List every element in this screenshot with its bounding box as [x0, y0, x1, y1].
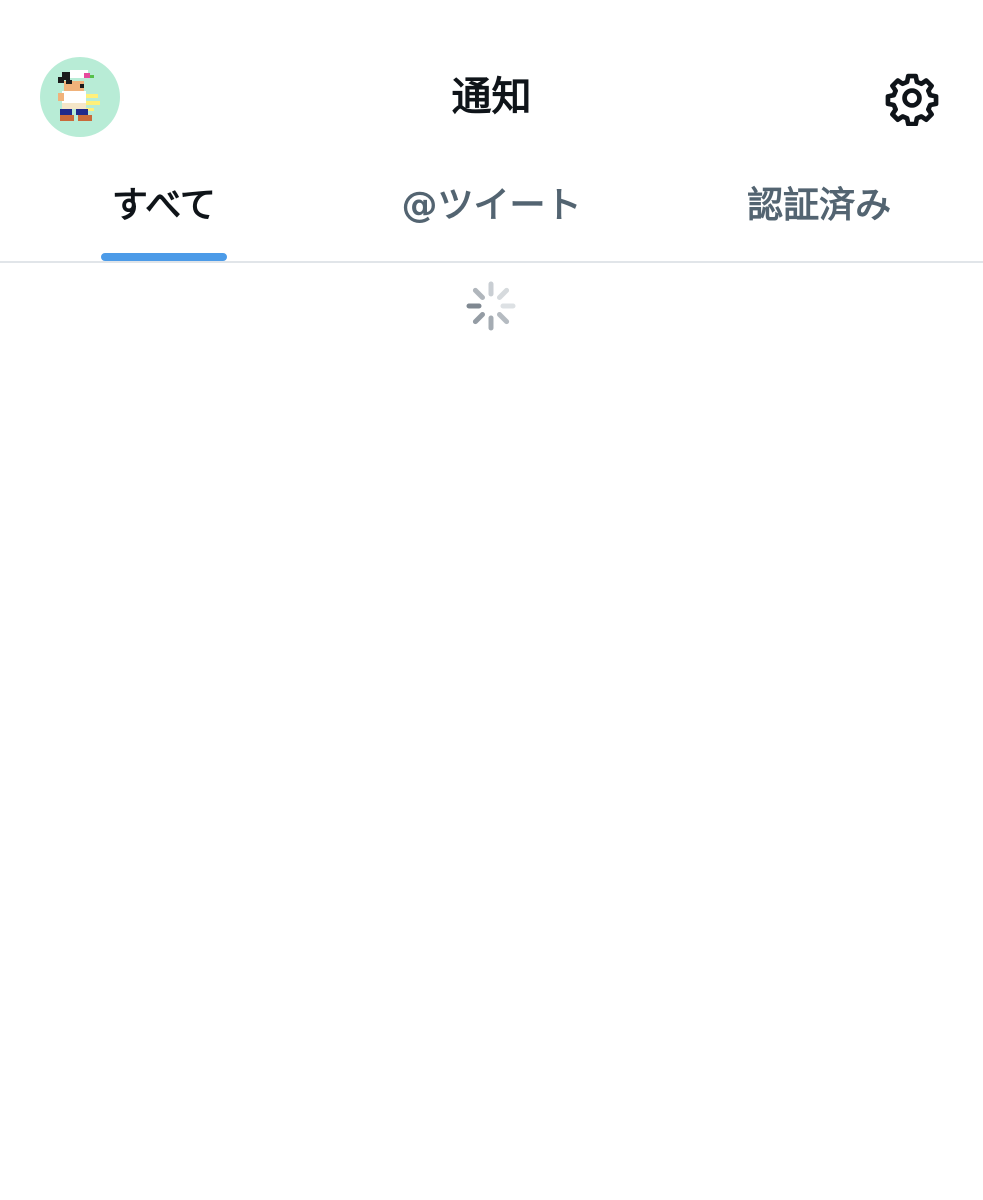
gear-icon — [885, 73, 939, 127]
pixel-character-icon — [58, 70, 100, 121]
tab-label-verified: 認証済み — [747, 185, 892, 226]
tab-label-mentions: @ツイート — [401, 185, 582, 226]
tab-mentions[interactable]: @ツイート — [328, 165, 656, 261]
top-bar: 通知 — [0, 0, 983, 165]
active-tab-indicator — [100, 253, 227, 261]
settings-button[interactable] — [884, 70, 940, 127]
tab-all[interactable]: すべて — [0, 165, 328, 261]
loading-spinner-icon — [466, 281, 516, 331]
tabs-divider — [0, 261, 983, 263]
tab-label-all: すべて — [111, 185, 216, 226]
notification-tabs: すべて @ツイート 認証済み — [0, 165, 983, 261]
page-title: 通知 — [451, 74, 532, 120]
profile-avatar[interactable] — [40, 57, 120, 137]
loading-spinner — [465, 280, 517, 332]
tab-verified[interactable]: 認証済み — [655, 165, 983, 261]
